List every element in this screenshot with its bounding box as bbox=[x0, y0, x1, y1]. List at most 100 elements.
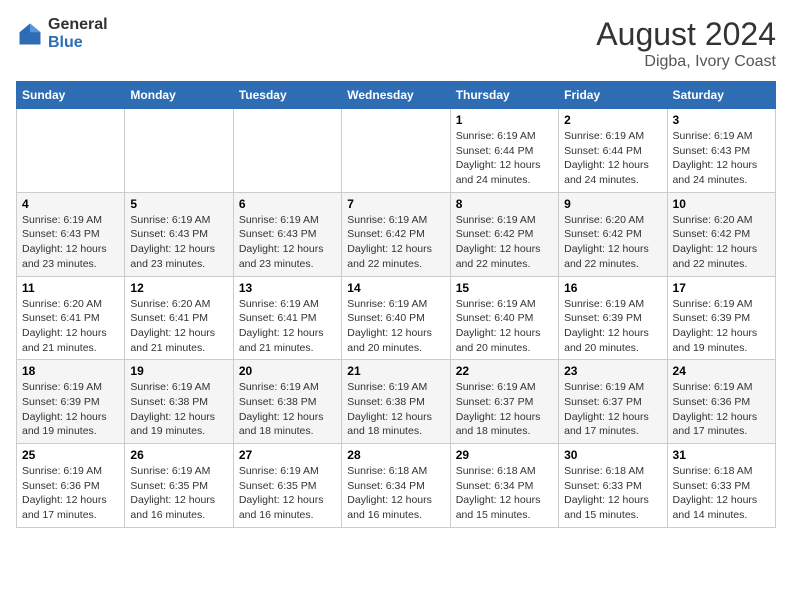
day-number: 5 bbox=[130, 197, 227, 211]
day-number: 31 bbox=[673, 448, 770, 462]
day-info: Sunrise: 6:19 AM Sunset: 6:39 PM Dayligh… bbox=[564, 297, 661, 356]
day-number: 9 bbox=[564, 197, 661, 211]
day-info: Sunrise: 6:18 AM Sunset: 6:33 PM Dayligh… bbox=[564, 464, 661, 523]
calendar-cell bbox=[342, 109, 450, 193]
day-number: 17 bbox=[673, 281, 770, 295]
header-day-sunday: Sunday bbox=[17, 82, 125, 109]
week-row-5: 25Sunrise: 6:19 AM Sunset: 6:36 PM Dayli… bbox=[17, 444, 776, 528]
calendar-cell: 6Sunrise: 6:19 AM Sunset: 6:43 PM Daylig… bbox=[233, 192, 341, 276]
day-number: 2 bbox=[564, 113, 661, 127]
day-number: 8 bbox=[456, 197, 553, 211]
calendar-cell: 14 Sunrise: 6:19 AM Sunset: 6:40 PM Dayli… bbox=[342, 276, 450, 360]
day-number: 10 bbox=[673, 197, 770, 211]
calendar-cell: 11Sunrise: 6:20 AM Sunset: 6:41 PM Dayli… bbox=[17, 276, 125, 360]
day-info: Sunrise: 6:18 AM Sunset: 6:33 PM Dayligh… bbox=[673, 464, 770, 523]
day-number: 16 bbox=[564, 281, 661, 295]
calendar-cell: 23 Sunrise: 6:19 AM Sunset: 6:37 PM Dayli… bbox=[559, 360, 667, 444]
day-info: Sunrise: 6:20 AM Sunset: 6:41 PM Dayligh… bbox=[22, 297, 119, 356]
day-number: 6 bbox=[239, 197, 336, 211]
day-number: 24 bbox=[673, 364, 770, 378]
calendar-cell bbox=[17, 109, 125, 193]
day-info: Sunrise: 6:19 AM Sunset: 6:40 PM Dayligh… bbox=[347, 297, 444, 356]
day-number: 19 bbox=[130, 364, 227, 378]
calendar-cell: 15 Sunrise: 6:19 AM Sunset: 6:40 PM Dayli… bbox=[450, 276, 558, 360]
calendar-cell: 19 Sunrise: 6:19 AM Sunset: 6:38 PM Dayli… bbox=[125, 360, 233, 444]
calendar-cell: 10 Sunrise: 6:20 AM Sunset: 6:42 PM Dayli… bbox=[667, 192, 775, 276]
header-day-tuesday: Tuesday bbox=[233, 82, 341, 109]
day-info: Sunrise: 6:20 AM Sunset: 6:42 PM Dayligh… bbox=[673, 213, 770, 272]
day-number: 3 bbox=[673, 113, 770, 127]
day-info: Sunrise: 6:19 AM Sunset: 6:38 PM Dayligh… bbox=[239, 380, 336, 439]
day-info: Sunrise: 6:19 AM Sunset: 6:43 PM Dayligh… bbox=[130, 213, 227, 272]
day-info: Sunrise: 6:18 AM Sunset: 6:34 PM Dayligh… bbox=[456, 464, 553, 523]
calendar-cell: 26Sunrise: 6:19 AM Sunset: 6:35 PM Dayli… bbox=[125, 444, 233, 528]
calendar-cell: 21 Sunrise: 6:19 AM Sunset: 6:38 PM Dayli… bbox=[342, 360, 450, 444]
day-info: Sunrise: 6:19 AM Sunset: 6:35 PM Dayligh… bbox=[239, 464, 336, 523]
page-title: August 2024 bbox=[596, 16, 776, 53]
day-number: 27 bbox=[239, 448, 336, 462]
day-number: 20 bbox=[239, 364, 336, 378]
week-row-4: 18 Sunrise: 6:19 AM Sunset: 6:39 PM Dayli… bbox=[17, 360, 776, 444]
header-day-saturday: Saturday bbox=[667, 82, 775, 109]
day-number: 18 bbox=[22, 364, 119, 378]
day-number: 30 bbox=[564, 448, 661, 462]
day-info: Sunrise: 6:20 AM Sunset: 6:41 PM Dayligh… bbox=[130, 297, 227, 356]
calendar-cell: 20 Sunrise: 6:19 AM Sunset: 6:38 PM Dayli… bbox=[233, 360, 341, 444]
header-day-wednesday: Wednesday bbox=[342, 82, 450, 109]
calendar-cell: 31 Sunrise: 6:18 AM Sunset: 6:33 PM Dayli… bbox=[667, 444, 775, 528]
day-number: 28 bbox=[347, 448, 444, 462]
week-row-1: 1Sunrise: 6:19 AM Sunset: 6:44 PM Daylig… bbox=[17, 109, 776, 193]
calendar-cell: 9 Sunrise: 6:20 AM Sunset: 6:42 PM Daylig… bbox=[559, 192, 667, 276]
calendar-cell: 24 Sunrise: 6:19 AM Sunset: 6:36 PM Dayli… bbox=[667, 360, 775, 444]
title-block: August 2024 Digba, Ivory Coast bbox=[596, 16, 776, 71]
calendar-cell bbox=[233, 109, 341, 193]
day-info: Sunrise: 6:19 AM Sunset: 6:40 PM Dayligh… bbox=[456, 297, 553, 356]
day-number: 12 bbox=[130, 281, 227, 295]
day-info: Sunrise: 6:19 AM Sunset: 6:38 PM Dayligh… bbox=[347, 380, 444, 439]
calendar-cell: 13Sunrise: 6:19 AM Sunset: 6:41 PM Dayli… bbox=[233, 276, 341, 360]
calendar-cell: 4Sunrise: 6:19 AM Sunset: 6:43 PM Daylig… bbox=[17, 192, 125, 276]
day-number: 22 bbox=[456, 364, 553, 378]
day-info: Sunrise: 6:20 AM Sunset: 6:42 PM Dayligh… bbox=[564, 213, 661, 272]
day-number: 21 bbox=[347, 364, 444, 378]
day-number: 14 bbox=[347, 281, 444, 295]
header-day-friday: Friday bbox=[559, 82, 667, 109]
calendar-cell: 30 Sunrise: 6:18 AM Sunset: 6:33 PM Dayli… bbox=[559, 444, 667, 528]
week-row-2: 4 Sunrise: 6:19 AM Sunset: 6:43 PM Daylig… bbox=[17, 192, 776, 276]
day-info: Sunrise: 6:19 AM Sunset: 6:39 PM Dayligh… bbox=[22, 380, 119, 439]
logo: General Blue bbox=[16, 16, 108, 51]
calendar-header: SundayMondayTuesdayWednesdayThursdayFrid… bbox=[17, 82, 776, 109]
day-number: 29 bbox=[456, 448, 553, 462]
page-header: General Blue August 2024 Digba, Ivory Co… bbox=[16, 16, 776, 71]
day-info: Sunrise: 6:19 AM Sunset: 6:44 PM Dayligh… bbox=[456, 129, 553, 188]
header-row: SundayMondayTuesdayWednesdayThursdayFrid… bbox=[17, 82, 776, 109]
calendar-cell: 7Sunrise: 6:19 AM Sunset: 6:42 PM Daylig… bbox=[342, 192, 450, 276]
day-info: Sunrise: 6:19 AM Sunset: 6:41 PM Dayligh… bbox=[239, 297, 336, 356]
day-number: 15 bbox=[456, 281, 553, 295]
day-info: Sunrise: 6:19 AM Sunset: 6:37 PM Dayligh… bbox=[564, 380, 661, 439]
calendar-cell: 29 Sunrise: 6:18 AM Sunset: 6:34 PM Dayli… bbox=[450, 444, 558, 528]
day-info: Sunrise: 6:19 AM Sunset: 6:36 PM Dayligh… bbox=[673, 380, 770, 439]
calendar-cell: 25Sunrise: 6:19 AM Sunset: 6:36 PM Dayli… bbox=[17, 444, 125, 528]
day-info: Sunrise: 6:19 AM Sunset: 6:42 PM Dayligh… bbox=[456, 213, 553, 272]
calendar-table: SundayMondayTuesdayWednesdayThursdayFrid… bbox=[16, 81, 776, 528]
day-number: 25 bbox=[22, 448, 119, 462]
calendar-cell: 17 Sunrise: 6:19 AM Sunset: 6:39 PM Dayli… bbox=[667, 276, 775, 360]
day-info: Sunrise: 6:18 AM Sunset: 6:34 PM Dayligh… bbox=[347, 464, 444, 523]
calendar-cell: 8 Sunrise: 6:19 AM Sunset: 6:42 PM Daylig… bbox=[450, 192, 558, 276]
logo-general: General bbox=[48, 16, 108, 34]
week-row-3: 11Sunrise: 6:20 AM Sunset: 6:41 PM Dayli… bbox=[17, 276, 776, 360]
calendar-cell: 27 Sunrise: 6:19 AM Sunset: 6:35 PM Dayli… bbox=[233, 444, 341, 528]
header-day-thursday: Thursday bbox=[450, 82, 558, 109]
day-info: Sunrise: 6:19 AM Sunset: 6:43 PM Dayligh… bbox=[673, 129, 770, 188]
day-info: Sunrise: 6:19 AM Sunset: 6:38 PM Dayligh… bbox=[130, 380, 227, 439]
day-number: 23 bbox=[564, 364, 661, 378]
calendar-cell: 1Sunrise: 6:19 AM Sunset: 6:44 PM Daylig… bbox=[450, 109, 558, 193]
day-info: Sunrise: 6:19 AM Sunset: 6:35 PM Dayligh… bbox=[130, 464, 227, 523]
day-number: 4 bbox=[22, 197, 119, 211]
calendar-cell: 5 Sunrise: 6:19 AM Sunset: 6:43 PM Daylig… bbox=[125, 192, 233, 276]
calendar-cell bbox=[125, 109, 233, 193]
day-info: Sunrise: 6:19 AM Sunset: 6:39 PM Dayligh… bbox=[673, 297, 770, 356]
calendar-cell: 2Sunrise: 6:19 AM Sunset: 6:44 PM Daylig… bbox=[559, 109, 667, 193]
logo-text: General Blue bbox=[48, 16, 108, 51]
